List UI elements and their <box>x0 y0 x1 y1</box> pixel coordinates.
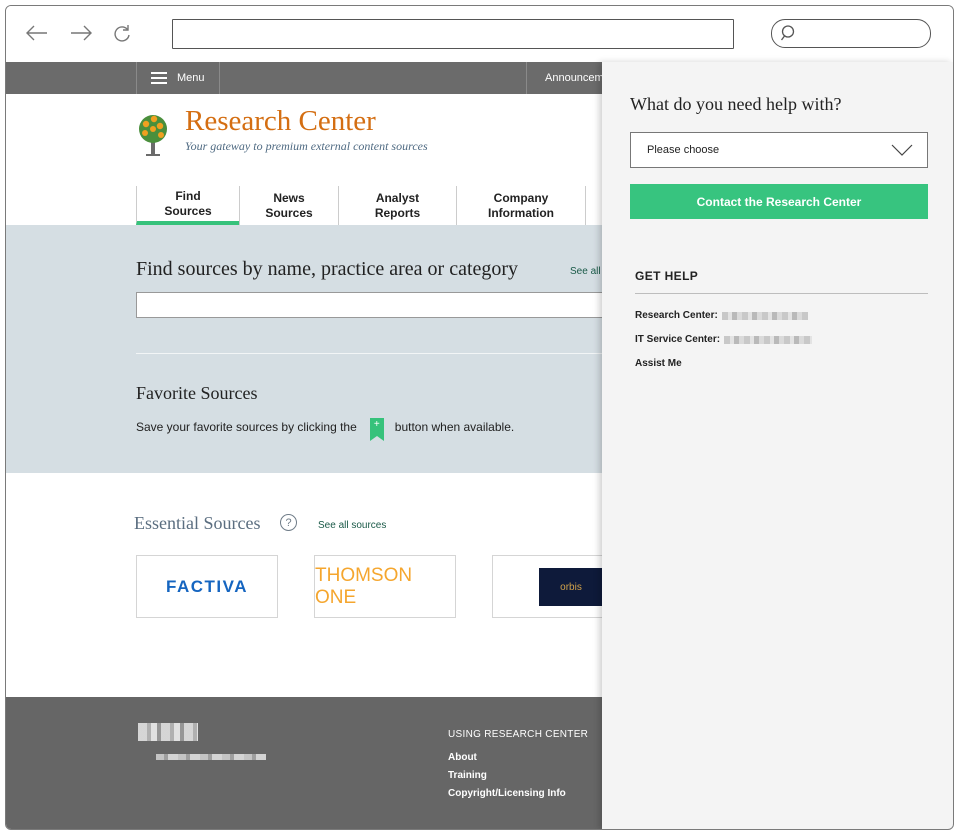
favorite-sources-heading: Favorite Sources <box>136 383 258 403</box>
tab-news-sources[interactable]: News Sources <box>239 186 338 225</box>
find-sources-heading: Find sources by name, practice area or c… <box>136 258 519 280</box>
find-sources-input[interactable] <box>136 292 606 318</box>
tree-logo-icon <box>139 115 167 156</box>
help-panel: What do you need help with? Please choos… <box>602 62 953 829</box>
help-topic-select[interactable]: Please choose <box>630 132 928 168</box>
bookmark-plus-icon: + <box>369 418 384 441</box>
search-icon <box>780 25 795 41</box>
menu-button[interactable]: Menu <box>136 62 220 94</box>
footer-link-training[interactable]: Training <box>448 770 487 781</box>
contact-research-center-button[interactable]: Contact the Research Center <box>630 184 928 219</box>
forward-arrow-icon[interactable] <box>68 20 94 46</box>
question-mark-icon[interactable]: ? <box>280 514 297 531</box>
redacted-contact <box>724 335 813 344</box>
chevron-down-icon <box>891 144 913 156</box>
footer-section-heading: USING RESEARCH CENTER <box>448 729 589 740</box>
hamburger-icon <box>151 72 167 84</box>
footer-link-copyright[interactable]: Copyright/Licensing Info <box>448 788 566 799</box>
menu-label: Menu <box>177 72 205 84</box>
announcements-link[interactable]: Announcem <box>526 62 604 94</box>
instructions-text-after: button when available. <box>394 420 515 434</box>
footer-link-about[interactable]: About <box>448 752 477 763</box>
thomson-one-logo: THOMSON ONE <box>315 564 413 608</box>
source-tile-thomson-one[interactable]: THOMSON ONE <box>314 555 456 618</box>
research-center-contact: Research Center: <box>635 310 808 321</box>
brand-title[interactable]: Research Center <box>185 105 376 138</box>
instructions-text-before: Save your favorite sources by clicking t… <box>136 420 357 434</box>
assist-me-link[interactable]: Assist Me <box>635 358 682 369</box>
essential-sources-heading: Essential Sources <box>134 513 261 533</box>
tab-analyst-reports[interactable]: Analyst Reports <box>338 186 456 225</box>
select-value: Please choose <box>647 144 720 156</box>
browser-toolbar <box>6 6 953 62</box>
back-arrow-icon[interactable] <box>24 20 50 46</box>
reload-icon[interactable] <box>109 20 135 46</box>
tab-find-sources[interactable]: Find Sources <box>136 186 239 225</box>
source-tile-factiva[interactable]: FACTIVA <box>136 555 278 618</box>
brand-tagline: Your gateway to premium external content… <box>185 139 428 153</box>
redacted-contact <box>721 311 808 320</box>
get-help-heading: GET HELP <box>635 269 699 283</box>
footer-logo-redacted <box>138 723 198 741</box>
footer-text-redacted <box>156 754 266 760</box>
tab-company-information[interactable]: Company Information <box>456 186 586 225</box>
orbis-logo: orbis <box>539 568 603 606</box>
factiva-logo: FACTIVA <box>166 576 248 596</box>
it-service-center-contact: IT Service Center: <box>635 334 813 345</box>
browser-search-field[interactable] <box>771 19 931 48</box>
main-nav-tabs: Find Sources News Sources Analyst Reports C… <box>136 186 586 225</box>
see-all-link[interactable]: See all <box>570 266 601 277</box>
browser-window: Menu Announcem Research Center Your gate… <box>5 5 954 830</box>
see-all-sources-link[interactable]: See all sources <box>318 520 386 531</box>
address-bar[interactable] <box>172 19 734 49</box>
divider <box>136 353 606 354</box>
help-panel-title: What do you need help with? <box>630 94 842 114</box>
favorite-sources-instructions: Save your favorite sources by clicking t… <box>136 418 515 441</box>
divider <box>635 293 928 294</box>
